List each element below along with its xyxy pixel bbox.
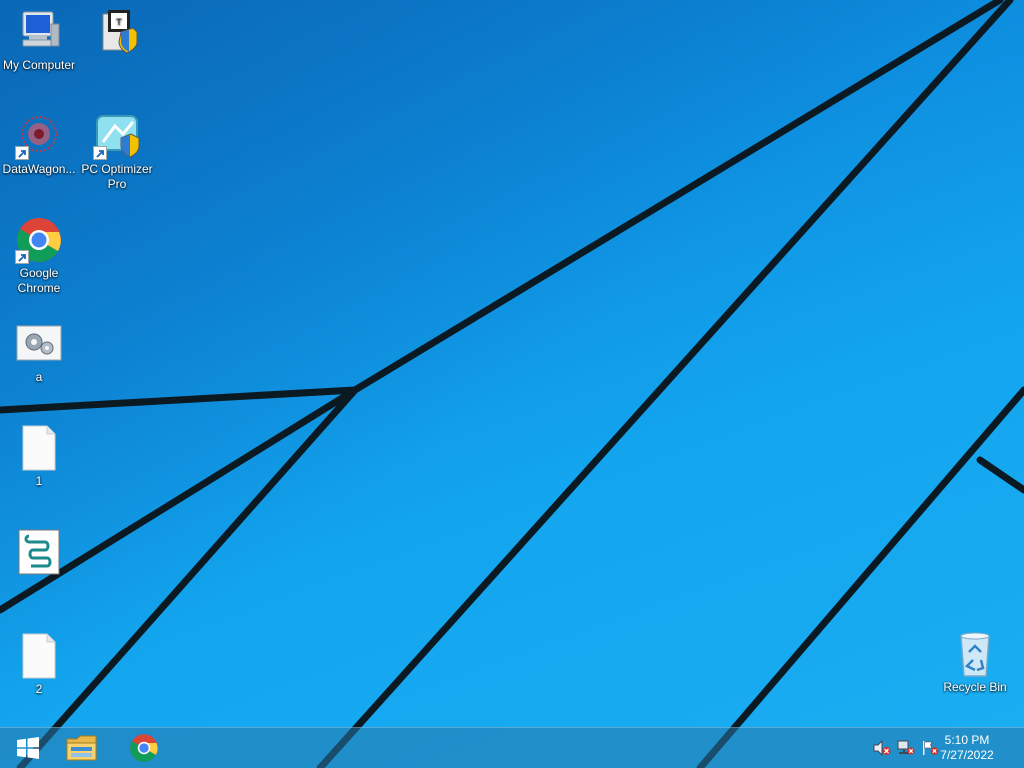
file-explorer-icon [66,735,97,761]
desktop-icon-recycle-bin[interactable]: Recycle Bin [937,630,1013,695]
start-button[interactable] [0,728,56,768]
desktop-icon-installer[interactable]: ⊤ [79,8,155,58]
clock-time: 5:10 PM [944,733,990,747]
desktop-icon-a[interactable]: a [1,320,77,385]
desktop-icon-label: PC Optimizer Pro [81,162,153,191]
taskbar-chrome[interactable] [116,728,172,768]
blank-file-icon [15,632,63,680]
desktop-icon-google-chrome[interactable]: Google Chrome [1,216,77,296]
desktop-icon-label: Recycle Bin [943,680,1007,694]
clock-date: 7/27/2022 [940,748,994,762]
recycle-bin-icon [951,630,999,678]
desktop-icon-label: a [35,370,43,384]
chrome-icon [15,216,63,264]
desktop-icon-script[interactable] [1,528,77,578]
desktop-icon-label: 2 [35,682,43,696]
desktop-icon-1[interactable]: 1 [1,424,77,489]
chrome-icon [130,734,158,762]
desktop-icon-my-computer[interactable]: My Computer [1,8,77,73]
datawagon-icon [15,112,63,160]
taskbar-file-explorer[interactable] [54,728,110,768]
desktop-icon-label: 1 [35,474,43,488]
svg-text:⊤: ⊤ [116,17,122,28]
settings-file-icon [15,320,63,368]
desktop-icon-label: DataWagon... [2,162,76,176]
start-windows-icon [17,737,39,759]
desktop-icon-label: Google Chrome [17,266,61,295]
pc-optimizer-icon [93,112,141,160]
blank-file-icon [15,424,63,472]
taskbar-clock[interactable]: 5:10 PM 7/27/2022 [932,733,1002,763]
volume-muted-icon[interactable] [873,739,891,757]
desktop-icon-pc-optimizer-pro[interactable]: PC Optimizer Pro [79,112,155,192]
shortcut-arrow-icon [15,250,29,264]
desktop-icon-2[interactable]: 2 [1,632,77,697]
desktop-icon-datawagon[interactable]: DataWagon... [1,112,77,177]
network-error-icon[interactable] [897,740,915,756]
taskbar: 5:10 PM 7/27/2022 [0,727,1024,768]
computer-icon [15,8,63,56]
script-file-icon [15,528,63,576]
desktop-icon-label: My Computer [2,58,76,72]
desktop[interactable]: My Computer ⊤ DataWagon... PC Optimizer … [0,0,1024,768]
shortcut-arrow-icon [93,146,107,160]
installer-shield-icon: ⊤ [93,8,141,56]
shortcut-arrow-icon [15,146,29,160]
